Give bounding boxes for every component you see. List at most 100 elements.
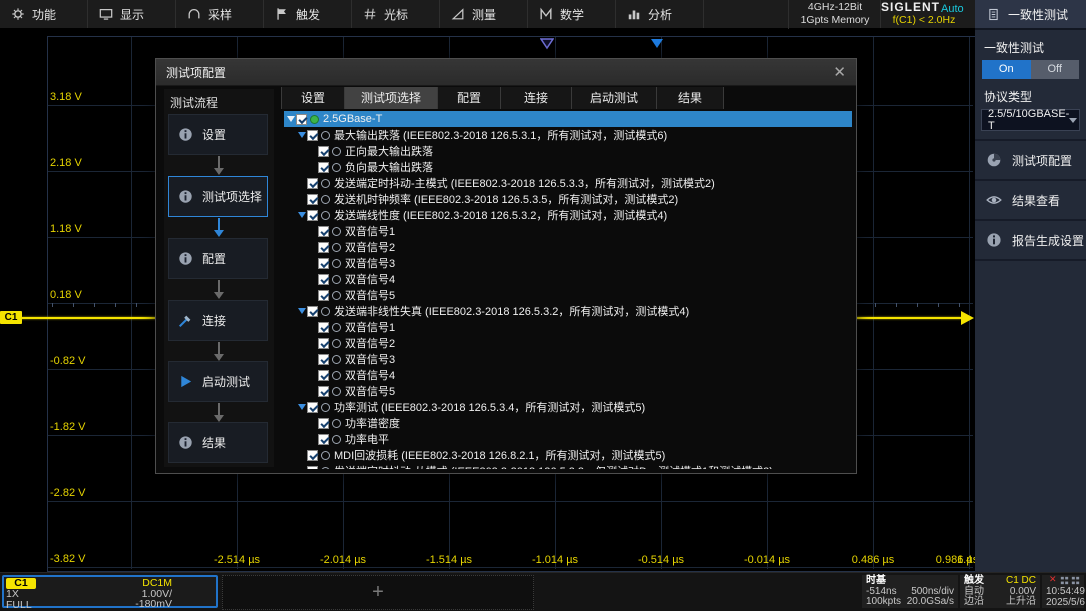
coupling: DC1M <box>135 578 172 589</box>
add-channel-button[interactable]: + <box>222 575 534 610</box>
status-circle-icon <box>332 227 341 236</box>
menu-item-5[interactable]: 光标 <box>352 0 440 28</box>
tree-row[interactable]: 双音信号5 <box>284 287 852 303</box>
checkbox[interactable] <box>307 306 318 317</box>
tree-row[interactable]: 双音信号3 <box>284 351 852 367</box>
info-icon <box>178 251 193 266</box>
menu-item-3[interactable]: 采样 <box>176 0 264 28</box>
tab-1[interactable]: 设置 <box>282 87 345 109</box>
checkbox[interactable] <box>307 194 318 205</box>
checkbox[interactable] <box>307 450 318 461</box>
tree-row[interactable]: 功率测试 (IEEE802.3-2018 126.5.3.4，所有测试对，测试模… <box>284 399 852 415</box>
expand-arrow-icon[interactable] <box>296 212 307 218</box>
tab-6[interactable]: 结果 <box>657 87 724 109</box>
tree-row[interactable]: 双音信号5 <box>284 383 852 399</box>
test-item-tree: 2.5GBase-T最大输出跌落 (IEEE802.3-2018 126.5.3… <box>284 111 852 469</box>
tree-row[interactable]: 2.5GBase-T <box>284 111 852 127</box>
checkbox[interactable] <box>318 322 329 333</box>
tree-row[interactable]: 功率谱密度 <box>284 415 852 431</box>
sidebar-item-3[interactable]: 报告生成设置 <box>975 221 1086 261</box>
acquisition-mode-badge[interactable]: Auto <box>941 3 964 15</box>
menu-item-6[interactable]: 测量 <box>440 0 528 28</box>
menu-item-8[interactable]: 分析 <box>616 0 704 28</box>
checkbox[interactable] <box>307 210 318 221</box>
expand-arrow-icon[interactable] <box>296 404 307 410</box>
tab-2[interactable]: 测试项选择 <box>345 87 438 109</box>
timebase-descriptor[interactable]: 时基 -514ns500ns/div 100kpts20.0GSa/s <box>862 575 958 608</box>
tree-row[interactable]: 最大输出跌落 (IEEE802.3-2018 126.5.3.1，所有测试对，测… <box>284 127 852 143</box>
tree-row[interactable]: 功率电平 <box>284 431 852 447</box>
expand-arrow-icon[interactable] <box>296 308 307 314</box>
tree-item-label: 负向最大输出跌落 <box>345 159 433 175</box>
expand-arrow-icon[interactable] <box>296 132 307 138</box>
checkbox[interactable] <box>307 178 318 189</box>
checkbox[interactable] <box>318 146 329 157</box>
checkbox[interactable] <box>318 290 329 301</box>
trigger-delay-marker[interactable] <box>650 38 664 50</box>
toggle-off-button[interactable]: Off <box>1031 60 1080 79</box>
toggle-on-button[interactable]: On <box>982 60 1031 79</box>
expand-arrow-icon[interactable] <box>285 116 296 122</box>
voltage-axis-label: 1.18 V <box>50 223 82 235</box>
channel-c1-descriptor[interactable]: C1 1X FULL DC1M 1.00V/ -180mV <box>2 575 218 608</box>
tree-row[interactable]: 发送端定时抖动-从模式 (IEEE802.3-2018 126.5.3.3，仅测… <box>284 463 852 469</box>
tree-row[interactable]: 发送端线性度 (IEEE802.3-2018 126.5.3.2，所有测试对，测… <box>284 207 852 223</box>
flow-step-1[interactable]: 设置 <box>168 114 268 155</box>
siglent-logo: SIGLENT <box>881 0 939 14</box>
flow-step-6[interactable]: 结果 <box>168 422 268 463</box>
checkbox[interactable] <box>318 274 329 285</box>
menu-item-7[interactable]: 数学 <box>528 0 616 28</box>
menu-item-2[interactable]: 显示 <box>88 0 176 28</box>
flow-arrow-gray <box>214 156 224 175</box>
axis-tick <box>73 303 74 307</box>
tree-row[interactable]: 双音信号2 <box>284 335 852 351</box>
checkbox[interactable] <box>318 354 329 365</box>
tree-row[interactable]: 发送端定时抖动-主模式 (IEEE802.3-2018 126.5.3.3，所有… <box>284 175 852 191</box>
tree-row[interactable]: 发送机时钟频率 (IEEE802.3-2018 126.5.3.5，所有测试对，… <box>284 191 852 207</box>
checkbox[interactable] <box>318 226 329 237</box>
checkbox[interactable] <box>307 466 318 470</box>
checkbox[interactable] <box>318 258 329 269</box>
sidebar-item-1[interactable]: 测试项配置 <box>975 141 1086 181</box>
flow-step-3[interactable]: 配置 <box>168 238 268 279</box>
trigger-position-marker[interactable] <box>540 38 554 50</box>
checkbox[interactable] <box>318 386 329 397</box>
sidebar-item-2[interactable]: 结果查看 <box>975 181 1086 221</box>
tree-row[interactable]: 发送端非线性失真 (IEEE802.3-2018 126.5.3.2，所有测试对… <box>284 303 852 319</box>
close-icon[interactable]: ✕ <box>833 65 846 80</box>
tree-row[interactable]: 双音信号3 <box>284 255 852 271</box>
checkbox[interactable] <box>318 162 329 173</box>
tab-4[interactable]: 连接 <box>501 87 572 109</box>
protocol-select[interactable]: 2.5/5/10GBASE-T <box>981 109 1080 131</box>
flow-step-2[interactable]: 测试项选择 <box>168 176 268 217</box>
tree-row[interactable]: 负向最大输出跌落 <box>284 159 852 175</box>
tree-row[interactable]: MDI回波损耗 (IEEE802.3-2018 126.8.2.1，所有测试对，… <box>284 447 852 463</box>
menu-item-4[interactable]: 触发 <box>264 0 352 28</box>
tree-row[interactable]: 双音信号2 <box>284 239 852 255</box>
checkbox[interactable] <box>318 338 329 349</box>
flow-step-5[interactable]: 启动测试 <box>168 361 268 402</box>
menu-item-1[interactable]: 功能 <box>0 0 88 28</box>
trigger-descriptor[interactable]: 触发C1 DC 自动0.00V 边沿上升沿 <box>960 575 1040 608</box>
c1-channel-marker[interactable]: C1 <box>0 311 22 324</box>
checkbox[interactable] <box>307 130 318 141</box>
tree-item-label: 双音信号3 <box>345 255 395 271</box>
tree-row[interactable]: 双音信号1 <box>284 223 852 239</box>
tree-row[interactable]: 双音信号4 <box>284 271 852 287</box>
checkbox[interactable] <box>318 418 329 429</box>
tree-row[interactable]: 双音信号1 <box>284 319 852 335</box>
tree-row[interactable]: 正向最大输出跌落 <box>284 143 852 159</box>
flow-step-4[interactable]: 连接 <box>168 300 268 341</box>
tab-3[interactable]: 配置 <box>438 87 501 109</box>
tree-row[interactable]: 双音信号4 <box>284 367 852 383</box>
checkbox[interactable] <box>318 370 329 381</box>
trigger-level-marker[interactable] <box>961 311 974 325</box>
checkbox[interactable] <box>318 434 329 445</box>
checkbox[interactable] <box>307 402 318 413</box>
checkbox[interactable] <box>296 114 307 125</box>
dialog-titlebar[interactable]: 测试项配置 ✕ <box>156 59 856 86</box>
lan-icon <box>1071 576 1080 587</box>
tab-5[interactable]: 启动测试 <box>572 87 657 109</box>
sidebar-item-label: 报告生成设置 <box>1012 232 1084 249</box>
checkbox[interactable] <box>318 242 329 253</box>
